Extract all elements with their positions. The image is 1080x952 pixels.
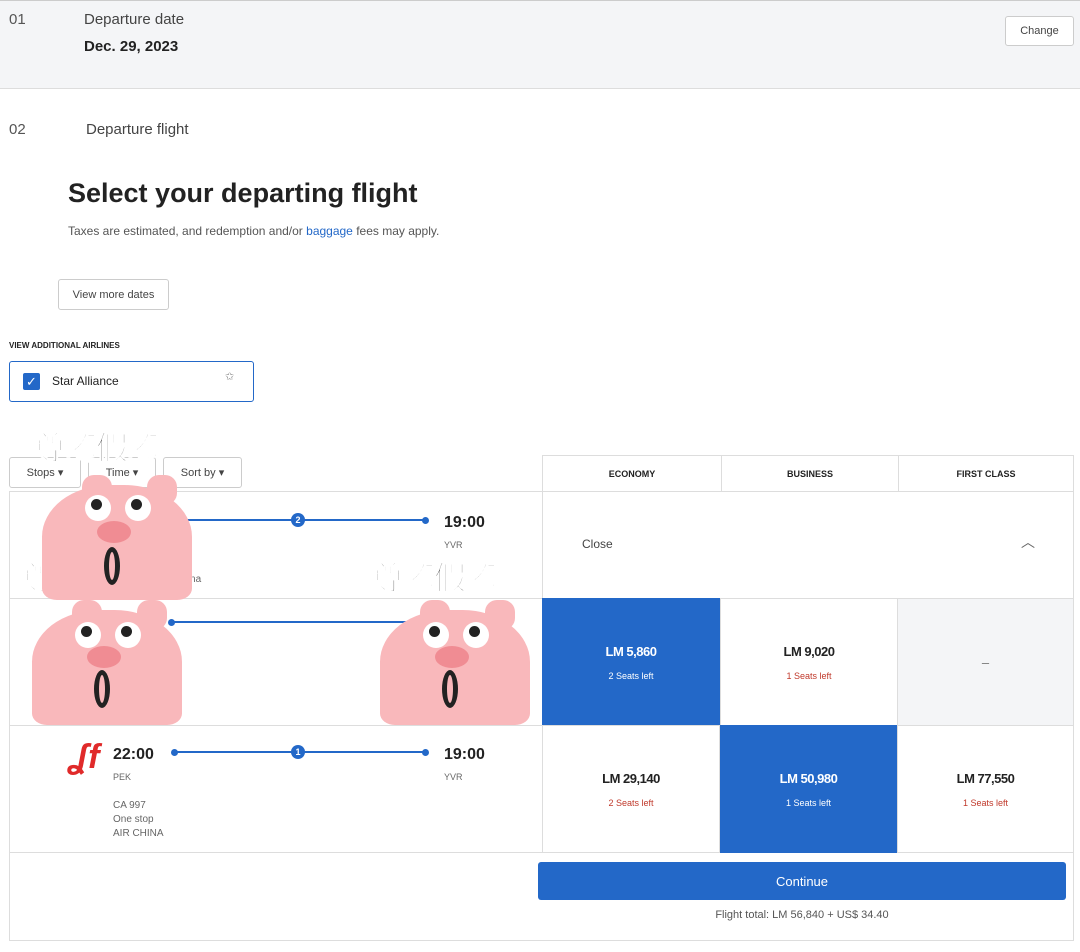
fare-first[interactable]: LM 77,550 1 Seats left xyxy=(897,725,1074,853)
fare-business[interactable]: LM 50,980 1 Seats left xyxy=(720,725,897,853)
column-economy: ECONOMY xyxy=(542,455,722,492)
change-button[interactable]: Change xyxy=(1005,16,1074,46)
stop-text: One stop xyxy=(113,814,154,825)
step-departure-date: 01 Departure date Dec. 29, 2023 Change xyxy=(0,0,1080,89)
seats-left: 2 Seats left xyxy=(608,670,654,681)
note-text: fees may apply. xyxy=(352,224,440,238)
seats-left: 1 Seats left xyxy=(962,797,1009,808)
pig-sticker-image xyxy=(42,475,192,600)
fare-business[interactable]: LM 9,020 1 Seats left xyxy=(720,598,898,726)
arrival-airport: YVR xyxy=(444,772,463,782)
sticker-text-partial: 尊 xyxy=(22,559,44,598)
column-business: BUSINESS xyxy=(721,455,899,492)
departure-time: 22:00 xyxy=(113,746,154,763)
step-label: Departure date xyxy=(84,11,185,28)
step-number: 02 xyxy=(9,121,26,138)
fare-first-unavailable: – xyxy=(897,598,1074,726)
view-more-dates-button[interactable]: View more dates xyxy=(58,279,169,310)
flight-number: CA 997 xyxy=(113,800,146,811)
fare-price: LM 9,020 xyxy=(783,643,835,659)
arrival-airport: YVR xyxy=(444,540,463,550)
pig-sticker-image xyxy=(32,600,182,725)
arrival-time: 19:00 xyxy=(444,746,485,763)
step-number: 01 xyxy=(9,11,26,28)
star-alliance-logo-icon: ✩ xyxy=(225,371,235,383)
flight-total: Flight total: LM 56,840 + US$ 34.40 xyxy=(715,909,889,921)
close-label: Close xyxy=(582,537,613,551)
pig-sticker-image xyxy=(380,600,530,725)
fare-economy[interactable]: LM 5,860 2 Seats left xyxy=(542,598,720,726)
arrival-time: 19:00 xyxy=(444,514,485,531)
taxes-note: Taxes are estimated, and redemption and/… xyxy=(68,224,439,238)
checkbox-checked-icon[interactable]: ✓ xyxy=(23,373,40,390)
fare-price: LM 77,550 xyxy=(956,770,1015,786)
baggage-link[interactable]: baggage xyxy=(306,224,353,238)
fare-price: LM 50,980 xyxy=(779,770,838,786)
air-china-logo-icon: ʆf xyxy=(70,738,100,776)
step-label: Departure flight xyxy=(86,121,189,138)
sticker-text: 尊嘟假嘟 xyxy=(371,559,497,598)
seats-left: 1 Seats left xyxy=(785,797,832,808)
note-text: Taxes are estimated, and redemption and/… xyxy=(68,224,307,238)
sticker-text: 尊嘟假嘟 xyxy=(33,429,159,468)
fare-price: LM 5,860 xyxy=(605,643,657,659)
fare-economy[interactable]: LM 29,140 2 Seats left xyxy=(542,725,720,853)
fare-price: – xyxy=(981,654,990,670)
continue-button[interactable]: Continue xyxy=(538,862,1066,900)
departure-airport: PEK xyxy=(113,772,132,782)
additional-airlines-heading: VIEW ADDITIONAL AIRLINES xyxy=(9,341,120,350)
route-end-dot xyxy=(422,749,429,756)
column-first-class: FIRST CLASS xyxy=(898,455,1074,492)
star-alliance-option[interactable]: ✓ Star Alliance ✩ xyxy=(9,361,254,402)
filter-label: Sort by xyxy=(180,466,216,479)
route-end-dot xyxy=(422,517,429,524)
seats-left: 2 Seats left xyxy=(608,797,654,808)
chevron-up-icon[interactable]: ︿ xyxy=(1021,532,1035,552)
departure-date-value: Dec. 29, 2023 xyxy=(84,38,179,55)
fare-price: LM 29,140 xyxy=(602,770,660,786)
stop-count-badge: 2 xyxy=(291,513,305,527)
airline-name: AIR CHINA xyxy=(113,828,164,839)
stop-count-badge: 1 xyxy=(291,745,305,759)
page-title: Select your departing flight xyxy=(68,178,418,208)
seats-left: 1 Seats left xyxy=(786,670,832,681)
option-label: Star Alliance xyxy=(52,374,119,388)
close-panel[interactable]: Close ︿ xyxy=(542,491,1074,599)
route-line xyxy=(172,621,422,623)
